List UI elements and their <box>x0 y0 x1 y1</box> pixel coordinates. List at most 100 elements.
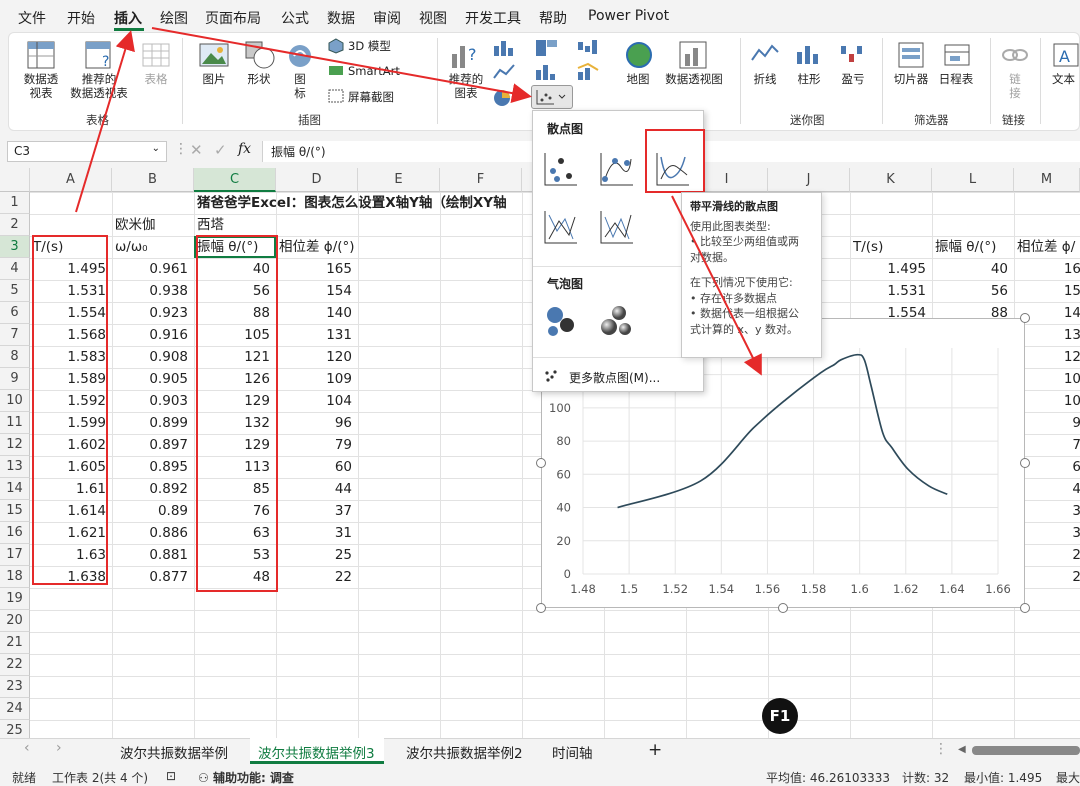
row-header-14[interactable]: 14 <box>0 478 30 500</box>
column-header-e[interactable]: E <box>358 168 440 192</box>
row-header-11[interactable]: 11 <box>0 412 30 434</box>
resize-handle[interactable] <box>1020 458 1030 468</box>
row-header-9[interactable]: 9 <box>0 368 30 390</box>
tab-draw[interactable]: 绘图 <box>160 8 188 28</box>
tab-view[interactable]: 视图 <box>419 8 447 28</box>
data-cell[interactable]: 120 <box>279 346 356 368</box>
data-cell[interactable]: 2 <box>1017 566 1080 588</box>
data-cell[interactable]: 165 <box>279 258 356 280</box>
row-header-5[interactable]: 5 <box>0 280 30 302</box>
resize-handle[interactable] <box>536 458 546 468</box>
data-cell[interactable]: 96 <box>279 412 356 434</box>
horizontal-scrollbar[interactable] <box>972 746 1080 755</box>
hierarchy-chart-icon[interactable] <box>534 38 560 58</box>
data-cell[interactable]: 25 <box>279 544 356 566</box>
data-cell[interactable]: 0.892 <box>115 478 192 500</box>
column-header-a[interactable]: A <box>30 168 112 192</box>
scatter-smooth-markers-icon[interactable] <box>599 151 635 187</box>
row-header-6[interactable]: 6 <box>0 302 30 324</box>
column-header-f[interactable]: F <box>440 168 522 192</box>
scroll-left-icon[interactable]: ◀ <box>958 744 966 755</box>
data-cell[interactable]: 0.881 <box>115 544 192 566</box>
column-header-m[interactable]: M <box>1014 168 1080 192</box>
tab-power-pivot[interactable]: Power Pivot <box>588 8 669 24</box>
data-cell[interactable]: 0.895 <box>115 456 192 478</box>
slicer-button[interactable]: 切片器 <box>890 72 932 86</box>
select-all-corner[interactable] <box>0 168 30 192</box>
column-header-j[interactable]: J <box>768 168 850 192</box>
next-sheet-icon[interactable]: › <box>56 740 62 756</box>
link-button[interactable]: 链 接 <box>1006 72 1024 100</box>
data-cell[interactable]: 22 <box>279 566 356 588</box>
resize-handle[interactable] <box>1020 603 1030 613</box>
row-header-12[interactable]: 12 <box>0 434 30 456</box>
tab-help[interactable]: 帮助 <box>539 8 567 28</box>
sparkline-line-button[interactable]: 折线 <box>748 72 782 86</box>
bubble-icon[interactable] <box>543 303 579 339</box>
accessibility-button[interactable]: ⚇ 辅助功能: 调查 <box>198 769 294 786</box>
tab-insert[interactable]: 插入 <box>114 8 142 28</box>
data-cell[interactable]: 7 <box>1017 434 1080 456</box>
icons-button[interactable]: 图 标 <box>290 72 310 100</box>
header-cell[interactable]: T/(s) <box>853 236 930 258</box>
data-cell[interactable]: 56 <box>935 280 1012 302</box>
row-header-13[interactable]: 13 <box>0 456 30 478</box>
confirm-icon[interactable]: ✓ <box>214 141 227 159</box>
data-cell[interactable]: 1.495 <box>853 258 930 280</box>
row-header-19[interactable]: 19 <box>0 588 30 610</box>
row-header-18[interactable]: 18 <box>0 566 30 588</box>
header-cell[interactable]: 相位差 ϕ/ <box>1017 236 1080 258</box>
tab-home[interactable]: 开始 <box>67 8 95 28</box>
row-header-2[interactable]: 2 <box>0 214 30 236</box>
row-header-23[interactable]: 23 <box>0 676 30 698</box>
macro-record-icon[interactable]: ⊡ <box>166 769 176 783</box>
more-scatter-charts-item[interactable]: 更多散点图(M)... <box>569 369 660 386</box>
map-button[interactable]: 地图 <box>620 72 656 86</box>
prev-sheet-icon[interactable]: ‹ <box>24 740 30 756</box>
text-button[interactable]: 文本 <box>1052 72 1080 86</box>
recommended-pivot-button[interactable]: 推荐的 数据透视表 <box>66 72 132 100</box>
data-cell[interactable]: 0.961 <box>115 258 192 280</box>
row-header-20[interactable]: 20 <box>0 610 30 632</box>
screenshot-button[interactable]: 屏幕截图 <box>348 90 394 104</box>
row-header-21[interactable]: 21 <box>0 632 30 654</box>
row-header-3[interactable]: 3 <box>0 236 30 258</box>
data-cell[interactable]: 0.877 <box>115 566 192 588</box>
data-cell[interactable]: 131 <box>279 324 356 346</box>
row-header-1[interactable]: 1 <box>0 192 30 214</box>
row-header-15[interactable]: 15 <box>0 500 30 522</box>
data-cell[interactable]: 109 <box>279 368 356 390</box>
resize-handle[interactable] <box>778 603 788 613</box>
data-cell[interactable]: 12 <box>1017 346 1080 368</box>
data-cell[interactable]: 0.905 <box>115 368 192 390</box>
data-cell[interactable]: 15 <box>1017 280 1080 302</box>
column-header-b[interactable]: B <box>112 168 194 192</box>
row-header-4[interactable]: 4 <box>0 258 30 280</box>
data-cell[interactable]: 9 <box>1017 412 1080 434</box>
add-sheet-icon[interactable]: + <box>648 740 662 760</box>
tab-data[interactable]: 数据 <box>327 8 355 28</box>
sheet-tab[interactable]: 波尔共振数据举例2 <box>406 742 523 762</box>
data-cell[interactable]: 0.916 <box>115 324 192 346</box>
data-cell[interactable]: 1.531 <box>853 280 930 302</box>
scatter-straight-lines-icon[interactable] <box>599 209 635 245</box>
table-button[interactable]: 表格 <box>138 72 174 86</box>
data-cell[interactable]: 13 <box>1017 324 1080 346</box>
data-cell[interactable]: 154 <box>279 280 356 302</box>
row-header-22[interactable]: 22 <box>0 654 30 676</box>
header-cell[interactable]: ω/ω₀ <box>115 236 192 258</box>
data-cell[interactable]: 44 <box>279 478 356 500</box>
row-header-24[interactable]: 24 <box>0 698 30 720</box>
data-cell[interactable]: 0.923 <box>115 302 192 324</box>
data-cell[interactable]: 0.903 <box>115 390 192 412</box>
column-header-k[interactable]: K <box>850 168 932 192</box>
tab-formulas[interactable]: 公式 <box>281 8 309 28</box>
3d-bubble-icon[interactable] <box>599 303 635 339</box>
pivot-table-button[interactable]: 数据透 视表 <box>18 72 64 100</box>
sparkline-column-button[interactable]: 柱形 <box>792 72 826 86</box>
timeline-button[interactable]: 日程表 <box>934 72 978 86</box>
cell[interactable]: 欧米伽 <box>115 214 192 236</box>
row-header-16[interactable]: 16 <box>0 522 30 544</box>
tab-review[interactable]: 审阅 <box>373 8 401 28</box>
sparkline-winloss-button[interactable]: 盈亏 <box>836 72 870 86</box>
